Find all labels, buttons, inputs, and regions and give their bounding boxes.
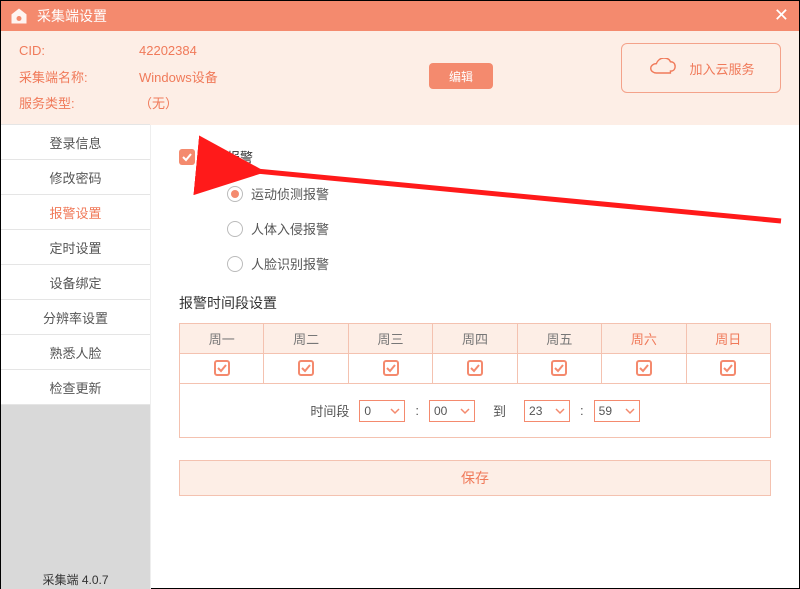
week-header-mon: 周一 (180, 324, 264, 354)
day-checkbox-mon[interactable] (214, 360, 230, 376)
window-title: 采集端设置 (37, 6, 107, 26)
day-checkbox-sun[interactable] (720, 360, 736, 376)
alarm-type-radio-group: 运动侦测报警 人体入侵报警 人脸识别报警 (227, 184, 771, 273)
detect-alarm-label: 侦测报警 (201, 147, 253, 166)
sidebar-item-check-update[interactable]: 检查更新 (1, 369, 150, 405)
radio-human-intrusion[interactable]: 人体入侵报警 (227, 219, 771, 238)
day-checkbox-wed[interactable] (383, 360, 399, 376)
colon: : (580, 403, 584, 418)
day-checkbox-sat[interactable] (636, 360, 652, 376)
from-hour-select[interactable]: 0 (359, 400, 405, 422)
time-to-label: 到 (493, 401, 506, 420)
day-checkbox-fri[interactable] (551, 360, 567, 376)
cid-value: 42202384 (139, 43, 389, 58)
to-hour-value: 23 (529, 404, 542, 418)
sidebar-item-login-info[interactable]: 登录信息 (1, 124, 150, 160)
week-header-sun: 周日 (686, 324, 770, 354)
name-value: Windows设备 (139, 67, 389, 86)
check-icon (722, 362, 734, 374)
chevron-down-icon (625, 406, 635, 416)
radio-icon (227, 256, 243, 272)
app-logo-icon (9, 6, 29, 26)
check-icon (216, 362, 228, 374)
sidebar-item-timer-settings[interactable]: 定时设置 (1, 229, 150, 265)
to-minute-value: 59 (599, 404, 612, 418)
chevron-down-icon (390, 406, 400, 416)
from-hour-value: 0 (364, 404, 371, 418)
check-icon (385, 362, 397, 374)
day-checkbox-thu[interactable] (467, 360, 483, 376)
check-icon (469, 362, 481, 374)
week-header-wed: 周三 (348, 324, 432, 354)
service-value: （无） (139, 93, 389, 112)
check-icon (300, 362, 312, 374)
version-label: 采集端 4.0.7 (1, 571, 150, 588)
check-icon (553, 362, 565, 374)
check-icon (638, 362, 650, 374)
colon: : (415, 403, 419, 418)
time-range-row: 时间段 0 : 00 到 23 : 59 (179, 384, 771, 438)
radio-label: 人脸识别报警 (251, 254, 329, 273)
to-hour-select[interactable]: 23 (524, 400, 570, 422)
radio-face-recognition[interactable]: 人脸识别报警 (227, 254, 771, 273)
sidebar-item-familiar-faces[interactable]: 熟悉人脸 (1, 334, 150, 370)
detect-alarm-checkbox[interactable] (179, 149, 195, 165)
cid-label: CID: (19, 43, 139, 58)
radio-label: 运动侦测报警 (251, 184, 329, 203)
service-label: 服务类型: (19, 93, 139, 112)
main-panel: 侦测报警 运动侦测报警 人体入侵报警 人脸识别报警 报警时间段设置 (151, 125, 799, 589)
cloud-icon (647, 58, 677, 78)
day-checkbox-tue[interactable] (298, 360, 314, 376)
week-header-thu: 周四 (433, 324, 517, 354)
week-header-sat: 周六 (602, 324, 686, 354)
join-cloud-button[interactable]: 加入云服务 (621, 43, 781, 93)
week-table: 周一 周二 周三 周四 周五 周六 周日 (179, 323, 771, 384)
close-icon[interactable]: ✕ (774, 5, 789, 26)
to-minute-select[interactable]: 59 (594, 400, 640, 422)
sidebar-item-resolution-settings[interactable]: 分辨率设置 (1, 299, 150, 335)
titlebar: 采集端设置 ✕ (1, 1, 799, 31)
time-range-label: 时间段 (310, 401, 349, 420)
sidebar-filler (1, 405, 150, 589)
save-button[interactable]: 保存 (179, 460, 771, 496)
week-header-fri: 周五 (517, 324, 601, 354)
info-panel: CID: 42202384 采集端名称: Windows设备 编辑 服务类型: … (1, 31, 799, 125)
cloud-label: 加入云服务 (689, 59, 754, 78)
schedule-title: 报警时间段设置 (179, 293, 771, 313)
chevron-down-icon (555, 406, 565, 416)
edit-button[interactable]: 编辑 (429, 63, 493, 89)
sidebar-item-alarm-settings[interactable]: 报警设置 (1, 194, 150, 230)
radio-motion-detect[interactable]: 运动侦测报警 (227, 184, 771, 203)
radio-icon (227, 221, 243, 237)
week-header-tue: 周二 (264, 324, 348, 354)
check-icon (181, 151, 193, 163)
from-minute-value: 00 (434, 404, 447, 418)
radio-icon (227, 186, 243, 202)
radio-label: 人体入侵报警 (251, 219, 329, 238)
sidebar: 登录信息 修改密码 报警设置 定时设置 设备绑定 分辨率设置 熟悉人脸 检查更新… (1, 125, 151, 589)
sidebar-item-change-password[interactable]: 修改密码 (1, 159, 150, 195)
name-label: 采集端名称: (19, 67, 139, 86)
chevron-down-icon (460, 406, 470, 416)
from-minute-select[interactable]: 00 (429, 400, 475, 422)
sidebar-item-device-binding[interactable]: 设备绑定 (1, 264, 150, 300)
